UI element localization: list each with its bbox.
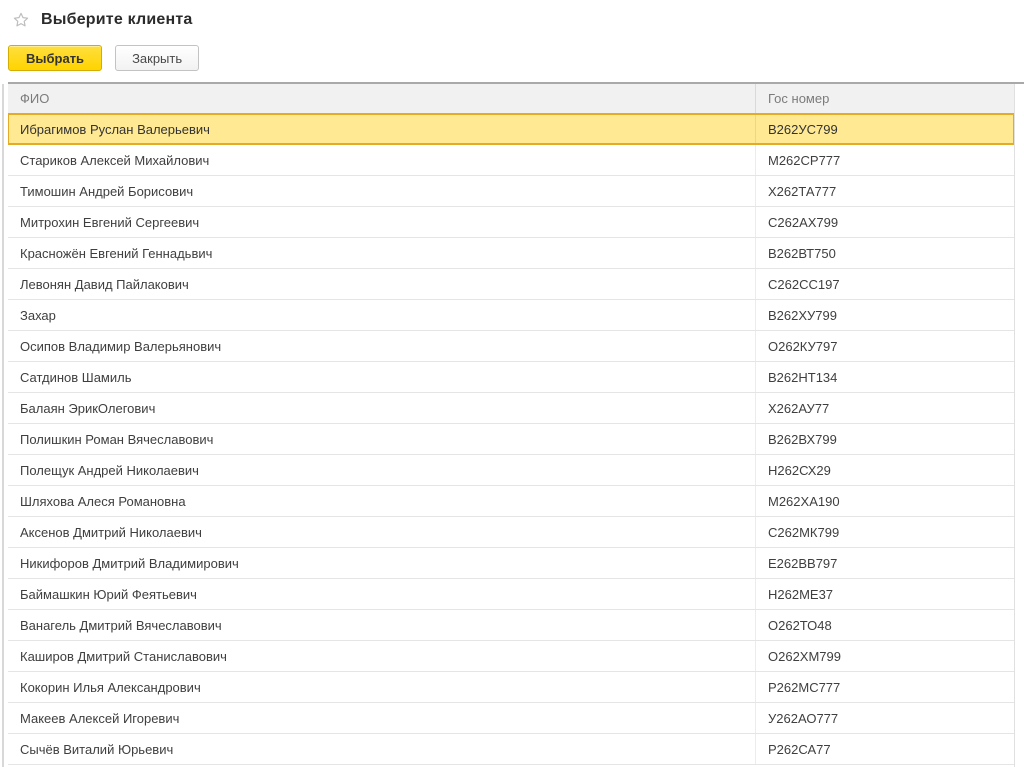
select-button[interactable]: Выбрать xyxy=(8,45,103,71)
favorite-star-icon[interactable] xyxy=(12,11,30,29)
client-table: ФИО Гос номер Ибрагимов Руслан Валерьеви… xyxy=(8,82,1024,767)
table-row[interactable]: Аксенов Дмитрий Николаевич С262МК799 xyxy=(8,517,1014,548)
table-row[interactable]: Кокорин Илья Александрович Р262МС777 xyxy=(8,672,1014,703)
cell-gos: В262УС799 xyxy=(755,115,1014,143)
table-row[interactable]: Макеев Алексей Игоревич У262АО777 xyxy=(8,703,1014,734)
cell-gos: С262СС197 xyxy=(755,269,1014,299)
table-row[interactable]: Балаян ЭрикОлегович Х262АУ77 xyxy=(8,393,1014,424)
table-row[interactable]: Стариков Алексей Михайлович М262СР777 xyxy=(8,145,1014,176)
table-row[interactable]: Осипов Владимир Валерьянович О262КУ797 xyxy=(8,331,1014,362)
table-row[interactable]: Красножён Евгений Геннадьвич В262ВТ750 xyxy=(8,238,1014,269)
table-grid: ФИО Гос номер Ибрагимов Руслан Валерьеви… xyxy=(8,84,1014,767)
cell-gos: Х262ТА777 xyxy=(755,176,1014,206)
cell-fio: Каширов Дмитрий Станиславович xyxy=(20,648,227,664)
cell-gos: М262ХА190 xyxy=(755,486,1014,516)
cell-fio: Макеев Алексей Игоревич xyxy=(20,710,180,726)
column-header-fio[interactable]: ФИО xyxy=(8,84,755,113)
table-row[interactable]: Захар В262ХУ799 xyxy=(8,300,1014,331)
cell-fio: Осипов Владимир Валерьянович xyxy=(20,338,222,354)
table-header: ФИО Гос номер xyxy=(8,84,1014,114)
cell-fio: Ибрагимов Руслан Валерьевич xyxy=(20,121,210,137)
cell-fio: Митрохин Евгений Сергеевич xyxy=(20,214,200,230)
table-row[interactable]: Никифоров Дмитрий Владимирович Е262ВВ797 xyxy=(8,548,1014,579)
cell-fio: Красножён Евгений Геннадьвич xyxy=(20,245,213,261)
cell-gos: М262СР777 xyxy=(755,145,1014,175)
cell-fio: Баймашкин Юрий Феятьевич xyxy=(20,586,197,602)
cell-fio: Балаян ЭрикОлегович xyxy=(20,400,156,416)
cell-fio: Тимошин Андрей Борисович xyxy=(20,183,194,199)
table-body: Ибрагимов Руслан Валерьевич В262УС799 Ст… xyxy=(8,113,1014,765)
cell-gos: В262НТ134 xyxy=(755,362,1014,392)
cell-fio: Сычёв Виталий Юрьевич xyxy=(20,741,174,757)
cell-gos: У262АО777 xyxy=(755,703,1014,733)
page-title: Выберите клиента xyxy=(41,11,193,28)
close-button[interactable]: Закрыть xyxy=(115,45,200,71)
toolbar: Выбрать Закрыть xyxy=(8,45,200,71)
cell-gos: В262ХУ799 xyxy=(755,300,1014,330)
table-row[interactable]: Полещук Андрей Николаевич Н262СХ29 xyxy=(8,455,1014,486)
table-row[interactable]: Баймашкин Юрий Феятьевич Н262МЕ37 xyxy=(8,579,1014,610)
cell-gos: Х262АУ77 xyxy=(755,393,1014,423)
cell-gos: Р262СА77 xyxy=(755,734,1014,764)
table-row[interactable]: Сычёв Виталий Юрьевич Р262СА77 xyxy=(8,734,1014,765)
cell-gos: Е262ВВ797 xyxy=(755,548,1014,578)
table-row[interactable]: Каширов Дмитрий Станиславович О262ХМ799 xyxy=(8,641,1014,672)
scrollbar-track[interactable] xyxy=(1014,84,1024,767)
table-row[interactable]: Тимошин Андрей Борисович Х262ТА777 xyxy=(8,176,1014,207)
table-row[interactable]: Ибрагимов Руслан Валерьевич В262УС799 xyxy=(8,113,1014,145)
window-frame-line xyxy=(2,84,4,767)
cell-gos: О262ХМ799 xyxy=(755,641,1014,671)
cell-gos: С262МК799 xyxy=(755,517,1014,547)
table-row[interactable]: Сатдинов Шамиль В262НТ134 xyxy=(8,362,1014,393)
cell-fio: Полещук Андрей Николаевич xyxy=(20,462,199,478)
table-row[interactable]: Полишкин Роман Вячеславович В262ВХ799 xyxy=(8,424,1014,455)
cell-fio: Захар xyxy=(20,307,56,323)
cell-gos: Н262МЕ37 xyxy=(755,579,1014,609)
cell-gos: Р262МС777 xyxy=(755,672,1014,702)
table-row[interactable]: Шляхова Алеся Романовна М262ХА190 xyxy=(8,486,1014,517)
cell-fio: Шляхова Алеся Романовна xyxy=(20,493,186,509)
cell-fio: Стариков Алексей Михайлович xyxy=(20,152,210,168)
column-header-gos[interactable]: Гос номер xyxy=(755,84,1014,113)
cell-fio: Сатдинов Шамиль xyxy=(20,369,132,385)
cell-fio: Никифоров Дмитрий Владимирович xyxy=(20,555,239,571)
cell-fio: Кокорин Илья Александрович xyxy=(20,679,201,695)
cell-fio: Аксенов Дмитрий Николаевич xyxy=(20,524,202,540)
cell-fio: Ванагель Дмитрий Вячеславович xyxy=(20,617,222,633)
table-row[interactable]: Ванагель Дмитрий Вячеславович О262ТО48 xyxy=(8,610,1014,641)
cell-gos: С262АХ799 xyxy=(755,207,1014,237)
table-row[interactable]: Митрохин Евгений Сергеевич С262АХ799 xyxy=(8,207,1014,238)
cell-gos: В262ВХ799 xyxy=(755,424,1014,454)
title-bar: Выберите клиента xyxy=(12,8,193,32)
cell-fio: Левонян Давид Пайлакович xyxy=(20,276,189,292)
cell-fio: Полишкин Роман Вячеславович xyxy=(20,431,214,447)
cell-gos: О262ТО48 xyxy=(755,610,1014,640)
cell-gos: В262ВТ750 xyxy=(755,238,1014,268)
table-row[interactable]: Левонян Давид Пайлакович С262СС197 xyxy=(8,269,1014,300)
cell-gos: О262КУ797 xyxy=(755,331,1014,361)
cell-gos: Н262СХ29 xyxy=(755,455,1014,485)
